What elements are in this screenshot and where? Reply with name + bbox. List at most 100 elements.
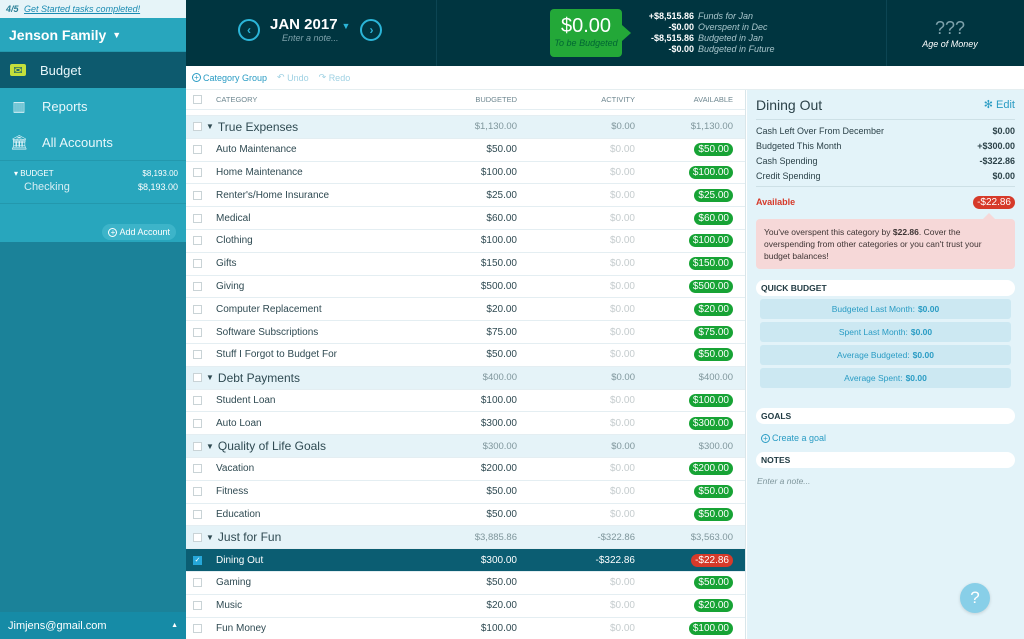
select-all-checkbox[interactable] <box>193 95 202 104</box>
help-button[interactable]: ? <box>960 583 990 613</box>
month-selector[interactable]: JAN 2017 ▼ <box>270 16 350 33</box>
category-budgeted[interactable]: $500.00 <box>405 281 535 292</box>
category-name[interactable]: Auto Maintenance <box>216 144 405 155</box>
category-budgeted[interactable]: $75.00 <box>405 327 535 338</box>
row-checkbox[interactable] <box>193 509 202 519</box>
category-activity[interactable]: $0.00 <box>535 509 645 520</box>
category-available[interactable]: $100.00 <box>645 165 745 179</box>
category-row[interactable]: Student Loan $100.00 $0.00 $100.00 <box>186 390 745 413</box>
redo-button[interactable]: ↷ Redo <box>319 72 351 83</box>
category-activity[interactable]: $0.00 <box>535 418 645 429</box>
nav-budget[interactable]: ✉ Budget <box>0 52 186 88</box>
quick-budget-average-spent[interactable]: Average Spent: $0.00 <box>760 368 1011 388</box>
category-row[interactable]: Education $50.00 $0.00 $50.00 <box>186 504 745 527</box>
row-checkbox[interactable] <box>193 487 202 497</box>
category-available[interactable]: $20.00 <box>645 599 745 613</box>
category-budgeted[interactable]: $300.00 <box>405 418 535 429</box>
category-row[interactable]: Renter's/Home Insurance $25.00 $0.00 $25.00 <box>186 184 745 208</box>
category-available[interactable]: $50.00 <box>645 507 745 521</box>
category-budgeted[interactable]: $100.00 <box>405 623 535 634</box>
row-checkbox[interactable] <box>193 350 202 360</box>
row-checkbox[interactable] <box>193 145 202 155</box>
category-available[interactable]: $300.00 <box>645 416 745 430</box>
row-checkbox[interactable] <box>193 190 202 200</box>
category-available[interactable]: $50.00 <box>645 485 745 499</box>
category-row[interactable]: ✓ Dining Out $300.00 -$322.86 -$22.86 <box>186 549 745 572</box>
category-group-row[interactable]: ▼ Just for Fun $3,885.86 -$322.86 $3,563.00 <box>186 526 745 550</box>
category-activity[interactable]: $0.00 <box>535 304 645 315</box>
category-name[interactable]: Home Maintenance <box>216 167 405 178</box>
category-activity[interactable]: $0.00 <box>535 281 645 292</box>
available-pill[interactable]: $100.00 <box>688 165 733 179</box>
group-name[interactable]: True Expenses <box>218 120 405 134</box>
quick-budget-budgeted-last-month[interactable]: Budgeted Last Month: $0.00 <box>760 299 1011 319</box>
row-checkbox[interactable] <box>193 167 202 177</box>
available-pill[interactable]: $25.00 <box>694 188 733 202</box>
category-name[interactable]: Fun Money <box>216 623 405 634</box>
account-group-budget[interactable]: BUDGET $8,193.00 <box>14 169 178 178</box>
row-checkbox[interactable] <box>193 259 202 269</box>
edit-category-button[interactable]: ✻ Edit <box>984 98 1015 111</box>
category-name[interactable]: Gifts <box>216 258 405 269</box>
available-pill[interactable]: $500.00 <box>688 279 733 293</box>
category-activity[interactable]: $0.00 <box>535 463 645 474</box>
category-available[interactable]: $25.00 <box>645 188 745 202</box>
category-budgeted[interactable]: $50.00 <box>405 577 535 588</box>
category-budgeted[interactable]: $50.00 <box>405 349 535 360</box>
category-name[interactable]: Student Loan <box>216 395 405 406</box>
collapse-triangle-icon[interactable]: ▼ <box>206 533 214 542</box>
category-row[interactable]: Software Subscriptions $75.00 $0.00 $75.00 <box>186 321 745 344</box>
category-row[interactable]: Computer Replacement $20.00 $0.00 $20.00 <box>186 298 745 322</box>
available-pill[interactable]: $75.00 <box>694 325 733 339</box>
category-name[interactable]: Fitness <box>216 486 405 497</box>
category-row[interactable]: Clothing $100.00 $0.00 $100.00 <box>186 230 745 253</box>
category-row[interactable]: Gaming $50.00 $0.00 $50.00 <box>186 572 745 595</box>
category-activity[interactable]: $0.00 <box>535 235 645 246</box>
category-activity[interactable]: $0.00 <box>535 213 645 224</box>
category-budgeted[interactable]: $100.00 <box>405 167 535 178</box>
group-name[interactable]: Just for Fun <box>218 530 405 544</box>
category-available[interactable]: $150.00 <box>645 257 745 271</box>
category-available[interactable]: $100.00 <box>645 234 745 248</box>
row-checkbox[interactable] <box>193 213 202 223</box>
prev-month-button[interactable]: ‹ <box>238 18 260 41</box>
category-activity[interactable]: $0.00 <box>535 144 645 155</box>
column-category[interactable]: CATEGORY <box>216 95 405 104</box>
category-available[interactable]: $20.00 <box>645 302 745 316</box>
available-pill[interactable]: $60.00 <box>694 211 733 225</box>
account-checking[interactable]: Checking $8,193.00 <box>14 181 178 193</box>
nav-all-accounts[interactable]: 🏛 All Accounts <box>0 124 186 160</box>
row-checkbox[interactable] <box>193 441 202 451</box>
category-name[interactable]: Renter's/Home Insurance <box>216 190 405 201</box>
category-available[interactable]: $100.00 <box>645 621 745 635</box>
category-budgeted[interactable]: $50.00 <box>405 144 535 155</box>
category-available[interactable]: $60.00 <box>645 211 745 225</box>
group-name[interactable]: Quality of Life Goals <box>218 439 405 453</box>
collapse-triangle-icon[interactable]: ▼ <box>206 373 214 382</box>
row-checkbox[interactable] <box>193 601 202 611</box>
available-pill[interactable]: $20.00 <box>694 599 733 613</box>
row-checkbox[interactable] <box>193 532 202 542</box>
category-budgeted[interactable]: $200.00 <box>405 463 535 474</box>
create-goal-button[interactable]: + Create a goal <box>761 433 1015 443</box>
category-name[interactable]: Gaming <box>216 577 405 588</box>
available-pill[interactable]: $150.00 <box>688 257 733 271</box>
add-account-button[interactable]: + Add Account <box>102 224 176 240</box>
category-group-row[interactable]: ▼ Quality of Life Goals $300.00 $0.00 $300.0… <box>186 435 745 458</box>
available-pill[interactable]: -$22.86 <box>691 553 733 567</box>
category-group-row[interactable]: ▼ True Expenses $1,130.00 $0.00 $1,130.00 <box>186 116 745 139</box>
category-row[interactable]: Gifts $150.00 $0.00 $150.00 <box>186 253 745 276</box>
category-budgeted[interactable]: $60.00 <box>405 213 535 224</box>
available-pill[interactable]: $20.00 <box>694 302 733 316</box>
available-pill[interactable]: $50.00 <box>694 143 733 157</box>
row-checkbox[interactable] <box>193 236 202 246</box>
category-activity[interactable]: $0.00 <box>535 327 645 338</box>
category-activity[interactable]: $0.00 <box>535 167 645 178</box>
undo-button[interactable]: ↶ Undo <box>277 72 309 83</box>
row-checkbox[interactable] <box>193 122 202 132</box>
category-name[interactable]: Dining Out <box>216 555 405 566</box>
row-checkbox[interactable]: ✓ <box>193 555 202 565</box>
category-name[interactable]: Giving <box>216 281 405 292</box>
category-activity[interactable]: $0.00 <box>535 395 645 406</box>
budget-name-menu[interactable]: Jenson Family ▼ <box>0 18 186 52</box>
